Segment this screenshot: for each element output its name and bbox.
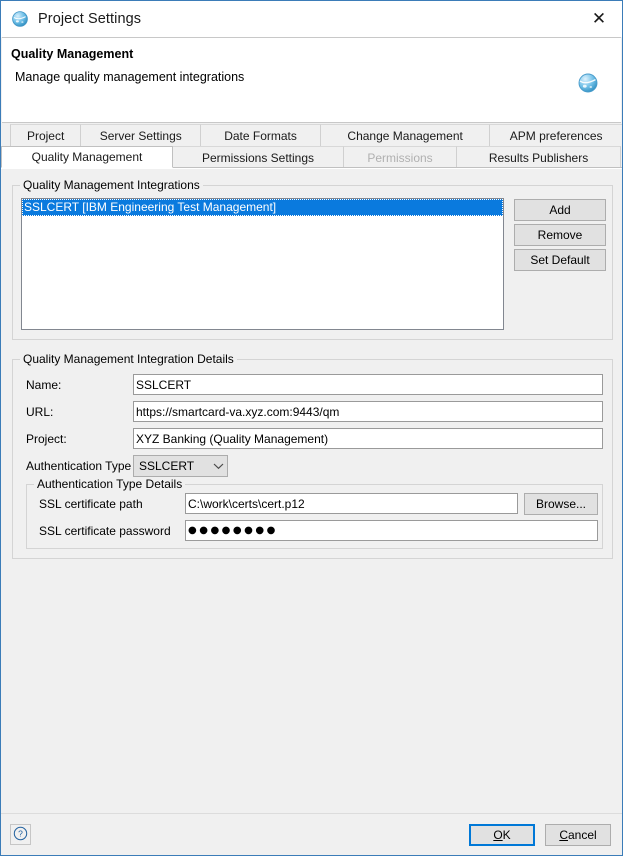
page-title: Quality Management <box>11 47 134 61</box>
project-label: Project: <box>26 432 67 446</box>
name-label: Name: <box>26 378 62 392</box>
globe-icon <box>577 72 599 94</box>
authentication-type-select[interactable]: SSLCERT <box>133 455 228 477</box>
project-input[interactable]: XYZ Banking (Quality Management) <box>133 428 603 449</box>
tab-row-1: Project Server Settings Date Formats Change… <box>1 124 622 146</box>
integration-details-group: Quality Management Integration Details N… <box>12 352 613 559</box>
help-button[interactable]: ? <box>10 824 31 845</box>
remove-button[interactable]: Remove <box>514 224 606 246</box>
page-header: Quality Management Manage quality manage… <box>2 37 621 123</box>
dialog-footer: ? OK Cancel <box>1 813 622 855</box>
set-default-button[interactable]: Set Default <box>514 249 606 271</box>
ok-button[interactable]: OK <box>469 824 535 846</box>
cancel-mnemonic: C <box>559 828 568 842</box>
ssl-certificate-path-input[interactable]: C:\work\certs\cert.p12 <box>185 493 518 514</box>
authentication-type-label: Authentication Type <box>26 459 132 473</box>
authentication-type-value: SSLCERT <box>139 459 195 473</box>
list-item[interactable]: SSLCERT [IBM Engineering Test Management… <box>22 199 503 216</box>
cancel-label-rest: ancel <box>567 828 597 842</box>
svg-text:?: ? <box>18 828 23 838</box>
tab-strip: Project Server Settings Date Formats Change… <box>1 123 622 168</box>
group-title: Quality Management Integration Details <box>20 352 237 366</box>
add-button[interactable]: Add <box>514 199 606 221</box>
close-icon: ✕ <box>591 8 607 29</box>
project-settings-dialog: Project Settings ✕ Quality Management Ma… <box>0 0 623 856</box>
ssl-certificate-path-label: SSL certificate path <box>39 497 143 511</box>
ssl-certificate-password-label: SSL certificate password <box>39 524 171 538</box>
tab-quality-management[interactable]: Quality Management <box>1 146 173 168</box>
ok-label-rest: K <box>502 828 511 842</box>
tab-project[interactable]: Project <box>10 124 82 146</box>
group-title: Authentication Type Details <box>34 477 186 491</box>
group-title: Quality Management Integrations <box>20 178 203 192</box>
chevron-down-icon <box>210 462 227 470</box>
integrations-listbox[interactable]: SSLCERT [IBM Engineering Test Management… <box>21 198 504 330</box>
close-button[interactable]: ✕ <box>576 1 622 37</box>
tab-permissions: Permissions <box>343 146 457 168</box>
tab-content-quality-management: Quality Management Integrations SSLCERT … <box>1 168 622 813</box>
title-bar: Project Settings ✕ <box>1 1 622 37</box>
tab-date-formats[interactable]: Date Formats <box>200 124 321 146</box>
tab-results-publishers[interactable]: Results Publishers <box>456 146 621 168</box>
quality-management-integrations-group: Quality Management Integrations SSLCERT … <box>12 178 613 340</box>
ssl-certificate-password-input[interactable]: ●●●●●●●● <box>185 520 598 541</box>
url-input[interactable]: https://smartcard-va.xyz.com:9443/qm <box>133 401 603 422</box>
tab-apm-preferences[interactable]: APM preferences <box>489 124 622 146</box>
cancel-button[interactable]: Cancel <box>545 824 611 846</box>
url-label: URL: <box>26 405 54 419</box>
window-title: Project Settings <box>38 11 142 27</box>
tab-row-2: Quality Management Permissions Settings Pe… <box>1 146 622 168</box>
ok-mnemonic: O <box>493 828 503 842</box>
globe-icon <box>11 10 29 28</box>
page-subtitle: Manage quality management integrations <box>15 70 245 84</box>
name-input[interactable]: SSLCERT <box>133 374 603 395</box>
tab-server-settings[interactable]: Server Settings <box>80 124 202 146</box>
help-icon: ? <box>13 826 28 844</box>
authentication-type-details-group: Authentication Type Details SSL certific… <box>26 477 603 549</box>
tab-change-management[interactable]: Change Management <box>319 124 491 146</box>
tab-permissions-settings[interactable]: Permissions Settings <box>172 146 344 168</box>
browse-button[interactable]: Browse... <box>524 493 598 515</box>
